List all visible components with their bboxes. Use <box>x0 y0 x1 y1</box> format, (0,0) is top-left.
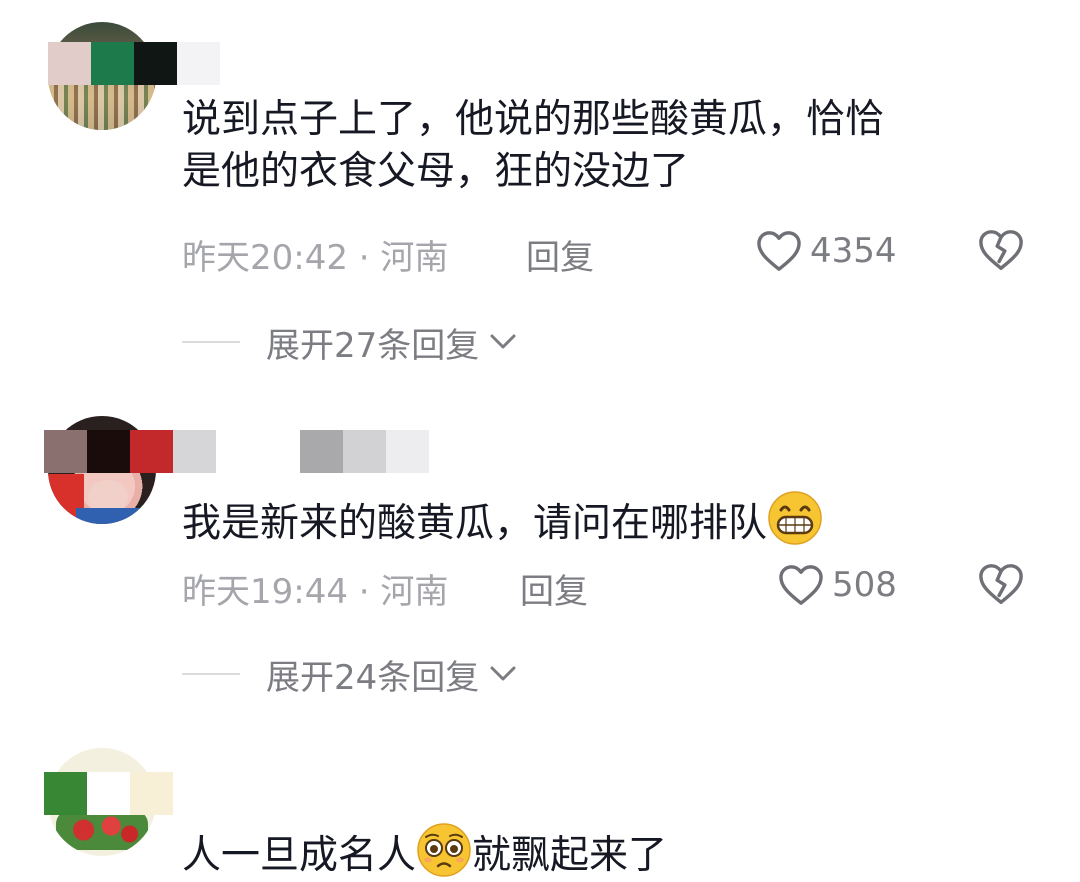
time-location: 昨天20:42 · 河南 <box>182 238 449 278</box>
comment-text-line: 人一旦成名人 <box>182 833 417 878</box>
heart-outline-icon <box>757 231 801 271</box>
comment-text: 我是新来的酸黄瓜，请问在哪排队 <box>182 490 823 550</box>
chevron-down-icon <box>490 334 516 349</box>
username-redacted[interactable] <box>48 42 220 85</box>
divider-line <box>182 341 240 343</box>
like-count: 4354 <box>810 231 897 271</box>
broken-heart-icon <box>979 230 1023 270</box>
comment-meta: 昨天20:42 · 河南 回复 4354 <box>182 230 1042 278</box>
like-button[interactable]: 4354 <box>756 230 897 272</box>
comment-meta: 昨天19:44 · 河南 回复 508 <box>182 564 1042 612</box>
heart-outline-icon <box>779 565 823 605</box>
username-redacted[interactable] <box>44 430 216 473</box>
broken-heart-icon <box>979 564 1023 604</box>
like-button[interactable]: 508 <box>778 564 897 606</box>
like-count: 508 <box>832 565 897 605</box>
comment-text-line: 说到点子上了，他说的那些酸黄瓜，恰恰 <box>182 97 885 142</box>
comment-text: 人一旦成名人 就飘起来了 <box>182 822 667 882</box>
expand-replies-button[interactable]: 展开24条回复 <box>182 652 517 698</box>
dislike-button[interactable] <box>978 562 1024 615</box>
expand-replies-label: 展开27条回复 <box>266 325 480 366</box>
expand-replies-label: 展开24条回复 <box>266 657 480 698</box>
username-redacted[interactable] <box>44 772 173 815</box>
comment-text-line: 我是新来的酸黄瓜，请问在哪排队 <box>182 501 768 546</box>
dislike-button[interactable] <box>978 228 1024 281</box>
grinning-face-emoji <box>768 491 822 545</box>
pleading-face-emoji <box>417 823 471 877</box>
comment-text: 说到点子上了，他说的那些酸黄瓜，恰恰 是他的衣食父母，狂的没边了 <box>182 94 884 198</box>
comment-text-line: 就飘起来了 <box>472 833 668 878</box>
chevron-down-icon <box>490 666 516 681</box>
expand-replies-button[interactable]: 展开27条回复 <box>182 320 517 366</box>
username-redacted <box>300 430 429 473</box>
reply-button[interactable]: 回复 <box>520 564 588 613</box>
comment-text-line: 是他的衣食父母，狂的没边了 <box>182 149 690 194</box>
reply-button[interactable]: 回复 <box>526 230 594 279</box>
time-location: 昨天19:44 · 河南 <box>182 572 449 612</box>
divider-line <box>182 673 240 675</box>
